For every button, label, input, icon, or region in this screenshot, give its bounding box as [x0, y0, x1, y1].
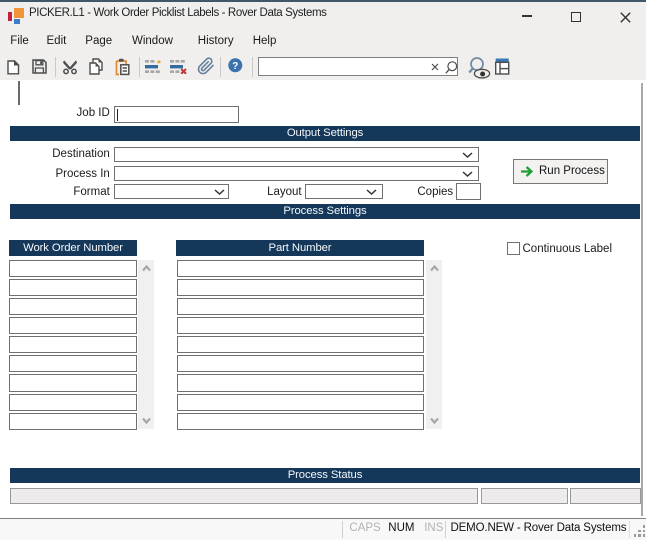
svg-text:?: ? — [233, 61, 239, 72]
